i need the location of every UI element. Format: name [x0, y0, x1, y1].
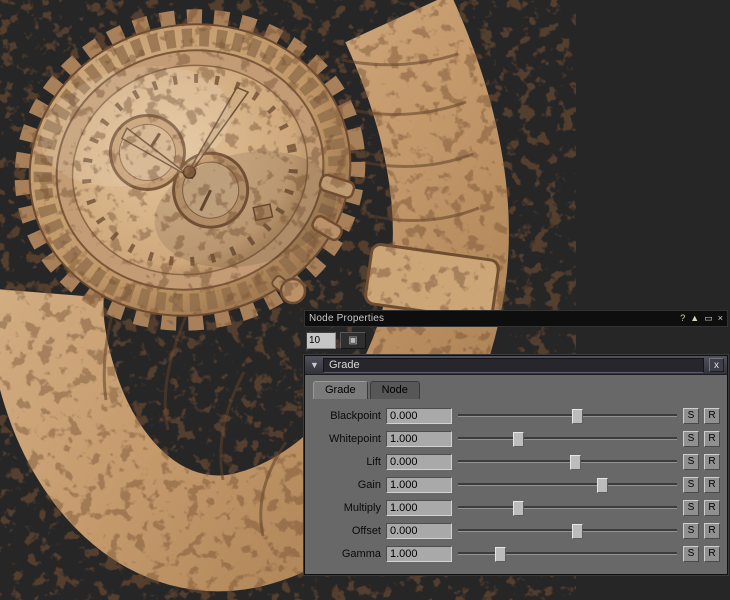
param-slider[interactable] — [457, 476, 678, 493]
grade-node-group: ▼ Grade x Grade Node Blackpoint S R Whit… — [304, 355, 728, 575]
slider-r-button[interactable]: R — [704, 500, 720, 516]
param-slider[interactable] — [457, 522, 678, 539]
param-row: Whitepoint S R — [311, 427, 721, 450]
slider-s-button[interactable]: S — [683, 546, 699, 562]
node-properties-panel: Node Properties ? ▲ ▭ × ▣ ▼ Grade x Grad… — [304, 310, 728, 575]
panel-title: Node Properties — [309, 313, 675, 324]
close-icon[interactable]: × — [718, 314, 723, 323]
collapse-arrow-icon[interactable]: ▼ — [308, 360, 321, 370]
slider-handle[interactable] — [572, 524, 583, 539]
param-value-input[interactable] — [386, 408, 452, 424]
param-value-input[interactable] — [386, 523, 452, 539]
slider-track — [458, 552, 677, 555]
max-panels-input[interactable] — [306, 332, 336, 349]
slider-s-button[interactable]: S — [683, 408, 699, 424]
param-row: Multiply S R — [311, 496, 721, 519]
param-row: Lift S R — [311, 450, 721, 473]
param-value-input[interactable] — [386, 477, 452, 493]
slider-handle[interactable] — [513, 501, 524, 516]
slider-handle[interactable] — [597, 478, 608, 493]
slider-handle[interactable] — [570, 455, 581, 470]
panel-titlebar[interactable]: Node Properties ? ▲ ▭ × — [304, 310, 728, 327]
slider-r-button[interactable]: R — [704, 431, 720, 447]
slider-track — [458, 414, 677, 417]
group-close-button[interactable]: x — [709, 358, 724, 372]
param-label: Whitepoint — [311, 433, 381, 445]
param-label: Offset — [311, 525, 381, 537]
slider-s-button[interactable]: S — [683, 454, 699, 470]
slider-r-button[interactable]: R — [704, 523, 720, 539]
param-label: Lift — [311, 456, 381, 468]
param-label: Gamma — [311, 548, 381, 560]
slider-handle[interactable] — [513, 432, 524, 447]
slider-track — [458, 506, 677, 509]
slider-s-button[interactable]: S — [683, 477, 699, 493]
tab-bar: Grade Node — [313, 381, 721, 399]
slider-track — [458, 483, 677, 486]
slider-track — [458, 437, 677, 440]
param-rows: Blackpoint S R Whitepoint S R Lift S R G… — [311, 404, 721, 565]
slider-r-button[interactable]: R — [704, 408, 720, 424]
param-value-input[interactable] — [386, 546, 452, 562]
param-label: Multiply — [311, 502, 381, 514]
slider-s-button[interactable]: S — [683, 523, 699, 539]
slider-track — [458, 529, 677, 532]
param-row: Offset S R — [311, 519, 721, 542]
slider-handle[interactable] — [572, 409, 583, 424]
param-row: Gamma S R — [311, 542, 721, 565]
slider-s-button[interactable]: S — [683, 431, 699, 447]
param-label: Gain — [311, 479, 381, 491]
param-row: Gain S R — [311, 473, 721, 496]
group-body: Grade Node Blackpoint S R Whitepoint S R… — [305, 375, 727, 574]
param-slider[interactable] — [457, 453, 678, 470]
param-slider[interactable] — [457, 545, 678, 562]
param-slider[interactable] — [457, 407, 678, 424]
param-label: Blackpoint — [311, 410, 381, 422]
group-title: Grade — [323, 358, 704, 373]
tab-node[interactable]: Node — [370, 381, 420, 399]
maximize-icon[interactable]: ▭ — [704, 314, 713, 323]
param-value-input[interactable] — [386, 500, 452, 516]
slider-r-button[interactable]: R — [704, 454, 720, 470]
float-icon[interactable]: ▲ — [690, 314, 699, 323]
slider-r-button[interactable]: R — [704, 477, 720, 493]
param-slider[interactable] — [457, 499, 678, 516]
properties-toolbar: ▣ — [304, 327, 728, 355]
slider-handle[interactable] — [495, 547, 506, 562]
param-value-input[interactable] — [386, 431, 452, 447]
param-row: Blackpoint S R — [311, 404, 721, 427]
group-header[interactable]: ▼ Grade x — [305, 356, 727, 375]
slider-r-button[interactable]: R — [704, 546, 720, 562]
slider-s-button[interactable]: S — [683, 500, 699, 516]
param-slider[interactable] — [457, 430, 678, 447]
slider-track — [458, 460, 677, 463]
param-value-input[interactable] — [386, 454, 452, 470]
tab-grade[interactable]: Grade — [313, 381, 368, 399]
help-icon[interactable]: ? — [680, 314, 685, 323]
pin-panels-button[interactable]: ▣ — [340, 332, 366, 349]
